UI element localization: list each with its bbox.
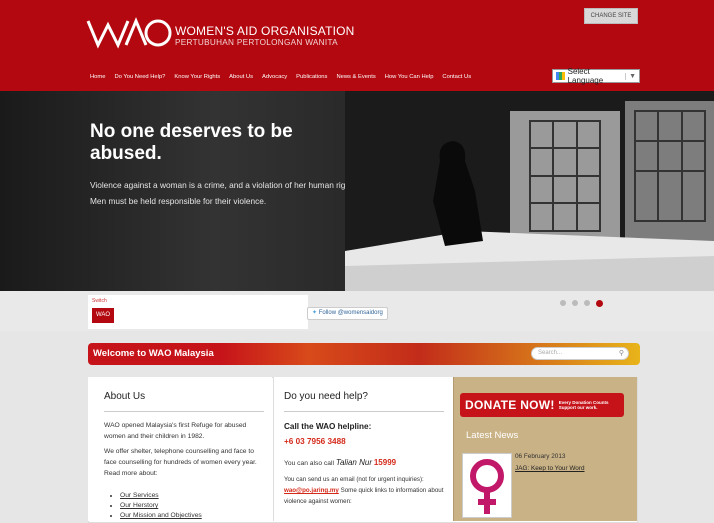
nav-item-know-rights[interactable]: Know Your Rights bbox=[174, 74, 220, 80]
slider-dot[interactable] bbox=[560, 300, 566, 306]
twitter-bird-icon: ✦ bbox=[312, 310, 318, 316]
talian-nur-number[interactable]: 15999 bbox=[374, 458, 396, 467]
slider-dot[interactable] bbox=[584, 300, 590, 306]
switch-site-box bbox=[88, 295, 308, 329]
nav-item-about[interactable]: About Us bbox=[229, 74, 253, 80]
logo-subtitle: PERTUBUHAN PERTOLONGAN WANITA bbox=[175, 38, 338, 47]
news-title-link[interactable]: JAG: Keep to Your Word bbox=[515, 465, 585, 472]
search-icon[interactable]: ⚲ bbox=[619, 349, 624, 357]
latest-news-title: Latest News bbox=[466, 430, 519, 441]
language-select-label: Select Language bbox=[567, 67, 604, 85]
talian-nur-label: Talian Nur bbox=[335, 458, 372, 467]
hero-title: No one deserves to be abused. bbox=[90, 121, 293, 164]
donate-button[interactable]: DONATE NOW! Every Donation Counts Suppor… bbox=[460, 393, 624, 417]
switch-site-logo[interactable]: WAO bbox=[92, 308, 114, 323]
hero-body: Violence against a woman is a crime, and… bbox=[90, 180, 359, 206]
news-date: 06 February 2013 bbox=[515, 453, 566, 460]
donate-tagline: Every Donation Counts Support our work. bbox=[559, 400, 609, 410]
nav-item-need-help[interactable]: Do You Need Help? bbox=[114, 74, 165, 80]
email-pre: You can send us an email (not for urgent… bbox=[284, 476, 424, 483]
language-select[interactable]: Select Language ▼ bbox=[552, 67, 640, 85]
nav-item-publications[interactable]: Publications bbox=[296, 74, 327, 80]
link-our-services[interactable]: Our Services bbox=[120, 491, 202, 501]
wao-logo-icon[interactable] bbox=[86, 15, 172, 51]
divider bbox=[104, 411, 264, 412]
about-text-1: WAO opened Malaysia's first Refuge for a… bbox=[104, 422, 247, 440]
slider-dots bbox=[560, 300, 603, 307]
main-nav: Home Do You Need Help? Know Your Rights … bbox=[90, 74, 471, 80]
change-site-button[interactable]: CHANGE SITE bbox=[584, 8, 638, 24]
nav-item-advocacy[interactable]: Advocacy bbox=[262, 74, 287, 80]
twitter-follow-label: Follow @womensaidorg bbox=[318, 310, 383, 316]
welcome-title: Welcome to WAO Malaysia bbox=[93, 348, 214, 359]
nav-item-home[interactable]: Home bbox=[90, 74, 105, 80]
email-link[interactable]: wao@po.jaring.my bbox=[284, 487, 339, 494]
chevron-down-icon: ▼ bbox=[625, 72, 639, 80]
switch-label: Switch bbox=[92, 298, 107, 304]
donate-tagline-2: Support our work. bbox=[558, 405, 598, 410]
donate-label: DONATE NOW! bbox=[465, 398, 555, 412]
search-input[interactable]: Search... ⚲ bbox=[531, 347, 629, 360]
search-placeholder: Search... bbox=[538, 350, 563, 356]
email-text: You can send us an email (not for urgent… bbox=[284, 474, 444, 507]
nav-item-contact[interactable]: Contact Us bbox=[442, 74, 471, 80]
also-call-text: You can also call Talian Nur 15999 bbox=[284, 458, 396, 467]
nav-item-news-events[interactable]: News & Events bbox=[336, 74, 375, 80]
about-title: About Us bbox=[104, 391, 146, 402]
slider-dot[interactable] bbox=[572, 300, 578, 306]
help-title: Do you need help? bbox=[284, 391, 368, 402]
about-text-2: We offer shelter, telephone counselling … bbox=[104, 448, 257, 477]
about-links: Our Services Our Herstory Our Mission an… bbox=[110, 491, 202, 521]
divider bbox=[284, 411, 444, 412]
google-translate-icon bbox=[556, 72, 565, 80]
link-mission[interactable]: Our Mission and Objectives bbox=[120, 511, 202, 521]
hero-photo bbox=[345, 91, 714, 291]
helpline-label: Call the WAO helpline: bbox=[284, 422, 372, 431]
helpline-phone[interactable]: +6 03 7956 3488 bbox=[284, 437, 346, 446]
twitter-follow-button[interactable]: ✦ Follow @womensaidorg bbox=[307, 307, 388, 320]
also-call-label: You can also call bbox=[284, 460, 334, 467]
nav-item-how-help[interactable]: How You Can Help bbox=[385, 74, 434, 80]
slider-dot-active[interactable] bbox=[596, 300, 603, 307]
logo-name: WOMEN'S AID ORGANISATION bbox=[175, 24, 355, 38]
female-symbol-icon[interactable] bbox=[462, 453, 512, 518]
hero-banner[interactable]: No one deserves to be abused. Violence a… bbox=[0, 91, 714, 291]
link-our-herstory[interactable]: Our Herstory bbox=[120, 501, 202, 511]
